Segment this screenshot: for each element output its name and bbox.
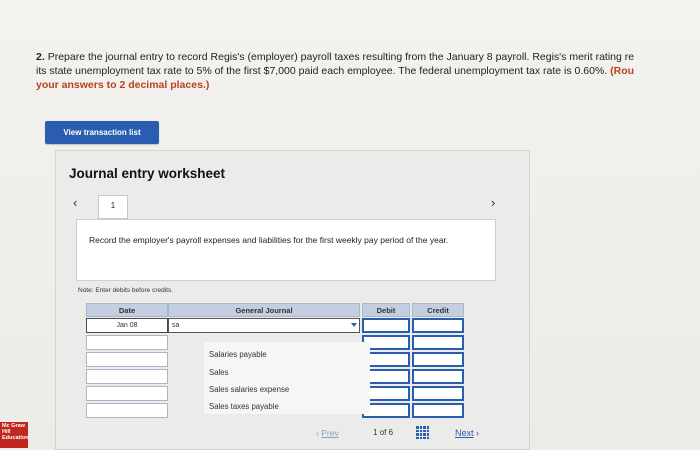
debit-column-header: Debit xyxy=(362,303,410,317)
account-input[interactable]: sa xyxy=(168,318,360,333)
view-transaction-list-button[interactable]: View transaction list xyxy=(45,121,159,144)
prev-chevron-icon: ‹ xyxy=(316,428,319,438)
previous-page-chevron-icon[interactable]: ‹ xyxy=(73,195,77,210)
question-line-1: Prepare the journal entry to record Regi… xyxy=(47,51,635,63)
question-text: 2. Prepare the journal entry to record R… xyxy=(36,50,700,92)
date-cell[interactable] xyxy=(86,369,168,384)
instruction-text: Record the employer's payroll expenses a… xyxy=(89,235,449,245)
credit-input[interactable] xyxy=(412,352,464,367)
credit-input[interactable] xyxy=(412,318,464,333)
credit-input[interactable] xyxy=(412,386,464,401)
date-cell[interactable] xyxy=(86,352,168,367)
date-cell[interactable] xyxy=(86,386,168,401)
worksheet-page-tab[interactable]: 1 xyxy=(98,195,128,219)
instruction-box: Record the employer's payroll expenses a… xyxy=(76,219,496,281)
page: 2. Prepare the journal entry to record R… xyxy=(0,0,700,450)
credit-input[interactable] xyxy=(412,369,464,384)
prev-button[interactable]: ‹ Prev xyxy=(316,428,339,438)
mcgraw-hill-logo: Mc Graw Hill Education xyxy=(0,422,29,448)
next-label: Next xyxy=(455,428,474,438)
dropdown-option[interactable]: Sales salaries expense xyxy=(209,385,289,394)
next-chevron-icon: › xyxy=(476,428,480,438)
question-grid-icon[interactable] xyxy=(416,426,429,439)
page-indicator: 1 of 6 xyxy=(373,428,393,437)
question-number: 2. xyxy=(36,51,45,63)
account-input-value: sa xyxy=(172,322,180,329)
page-total: 6 xyxy=(388,428,394,437)
date-cell[interactable] xyxy=(86,403,168,418)
dropdown-option[interactable]: Salaries payable xyxy=(209,350,267,359)
dropdown-option[interactable]: Sales taxes payable xyxy=(209,402,279,411)
worksheet-title: Journal entry worksheet xyxy=(69,166,226,181)
rounding-instruction-start: (Rou xyxy=(610,65,635,77)
question-line-2: its state unemployment tax rate to 5% of… xyxy=(36,65,608,77)
page-current: 1 xyxy=(373,428,378,437)
logo-text: Mc Graw Hill Education xyxy=(2,423,29,441)
date-cell[interactable] xyxy=(86,335,168,350)
account-dropdown-list: Salaries payable Sales Sales salaries ex… xyxy=(204,342,370,414)
next-button[interactable]: Next › xyxy=(455,428,479,438)
date-column-header: Date xyxy=(86,303,168,317)
prev-label: Prev xyxy=(321,428,339,438)
page-of: of xyxy=(379,428,387,437)
general-journal-column-header: General Journal xyxy=(168,303,360,317)
date-cell[interactable]: Jan 08 xyxy=(86,318,168,333)
dropdown-arrow-icon[interactable] xyxy=(351,323,357,327)
debits-note: Note: Enter debits before credits. xyxy=(78,287,174,294)
dropdown-option[interactable]: Sales xyxy=(209,368,229,377)
journal-entry-worksheet: Journal entry worksheet ‹ 1 › Record the… xyxy=(55,150,530,450)
debit-input[interactable] xyxy=(362,318,410,333)
credit-input[interactable] xyxy=(412,335,464,350)
rounding-instruction-end: your answers to 2 decimal places.) xyxy=(36,79,210,91)
credit-input[interactable] xyxy=(412,403,464,418)
next-page-chevron-icon[interactable]: › xyxy=(491,195,495,210)
credit-column-header: Credit xyxy=(412,303,464,317)
